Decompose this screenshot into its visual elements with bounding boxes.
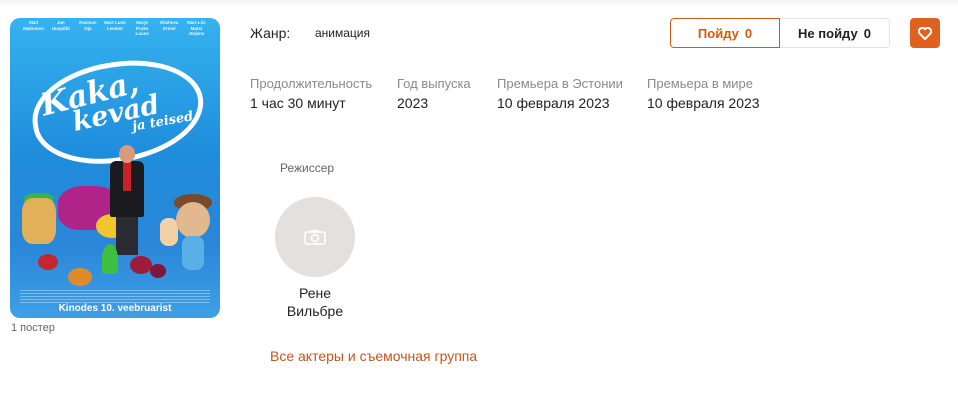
poster-cast-names: Mait Malmsten Jan Uuspõld Rasmus Oja Mar… bbox=[10, 18, 220, 38]
poster-bug bbox=[150, 264, 166, 278]
genre-value[interactable]: анимация bbox=[315, 26, 370, 40]
all-cast-crew-link[interactable]: Все актеры и съемочная группа bbox=[270, 348, 477, 364]
poster-actor-figure bbox=[110, 145, 144, 255]
fact-value: 10 февраля 2023 bbox=[647, 95, 760, 111]
fact-value: 10 февраля 2023 bbox=[497, 95, 610, 111]
poster-cast-name: Mari-Liis Matsi Jürjens bbox=[187, 20, 206, 36]
genre-label: Жанр: bbox=[250, 25, 291, 41]
poster-release-text: Kinodes 10. veebruarist bbox=[58, 303, 172, 314]
fact-value: 2023 bbox=[397, 95, 429, 111]
poster-cast-name: Jan Uuspõld bbox=[51, 20, 70, 31]
poster-bug bbox=[38, 254, 58, 270]
fact-label: Продолжительность bbox=[250, 76, 373, 91]
poster-credits-block bbox=[20, 290, 210, 304]
fact-premiere-world: Премьера в мире 10 февраля 2023 bbox=[647, 76, 760, 111]
favorite-button[interactable] bbox=[910, 18, 940, 48]
poster-cast-name: Marje Pruks Luuss bbox=[135, 20, 149, 36]
poster-character bbox=[22, 198, 56, 244]
fact-duration: Продолжительность 1 час 30 минут bbox=[250, 76, 372, 111]
fact-value: 1 час 30 минут bbox=[250, 95, 346, 111]
poster-snail bbox=[68, 268, 92, 286]
will-go-label: Пойду bbox=[697, 25, 739, 41]
poster-cast-name: Mait Malmsten bbox=[23, 20, 44, 31]
poster-plant bbox=[102, 244, 118, 274]
fact-year: Год выпуска 2023 bbox=[397, 76, 471, 111]
poster-bug bbox=[130, 256, 152, 274]
fact-label: Год выпуска bbox=[397, 76, 471, 91]
poster-cast-name: Rasmus Oja bbox=[79, 20, 97, 31]
will-not-go-label: Не пойду bbox=[798, 25, 858, 41]
top-shadow bbox=[0, 0, 958, 6]
director-first-name: Рене bbox=[298, 285, 332, 301]
poster-character bbox=[176, 202, 210, 238]
poster-cast-name: Elisheva Ermel bbox=[160, 20, 179, 31]
fact-premiere-estonia: Премьера в Эстонии 10 февраля 2023 bbox=[497, 76, 623, 111]
will-not-go-count: 0 bbox=[863, 25, 871, 41]
director-avatar[interactable] bbox=[275, 197, 355, 277]
fact-label: Премьера в мире bbox=[647, 76, 753, 91]
crew-role-title: Режиссер bbox=[280, 161, 335, 175]
movie-poster[interactable]: Mait Malmsten Jan Uuspõld Rasmus Oja Mar… bbox=[10, 18, 220, 318]
will-go-button[interactable]: Пойду 0 bbox=[670, 18, 780, 48]
poster-count[interactable]: 1 постер bbox=[11, 322, 55, 334]
fact-label: Премьера в Эстонии bbox=[497, 76, 623, 91]
director-name[interactable]: Рене Вильбре bbox=[270, 284, 360, 320]
director-last-name: Вильбре bbox=[286, 303, 344, 319]
poster-cast-name: Mart Lumi Lember bbox=[104, 20, 126, 31]
will-not-go-button[interactable]: Не пойду 0 bbox=[780, 18, 890, 48]
poster-character bbox=[182, 236, 204, 270]
heart-icon bbox=[918, 26, 932, 40]
will-go-count: 0 bbox=[744, 25, 753, 41]
camera-icon bbox=[304, 229, 326, 245]
